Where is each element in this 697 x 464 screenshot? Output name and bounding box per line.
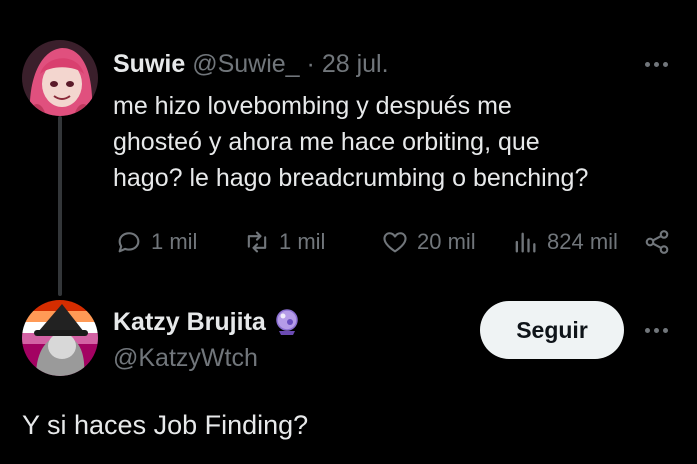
crystal-ball-emoji-icon: [272, 307, 302, 337]
more-dot: [653, 61, 659, 67]
reply-count: 1 mil: [151, 229, 198, 254]
more-dot: [653, 327, 659, 333]
share-button[interactable]: [643, 222, 671, 262]
reply-author-handle[interactable]: @KatzyWtch: [113, 341, 258, 375]
retweet-button[interactable]: 1 mil: [243, 222, 325, 262]
tweet-text: me hizo lovebombing y después me ghosteó…: [113, 92, 589, 192]
share-icon: [645, 230, 669, 254]
reply-bubble-icon: [118, 232, 140, 253]
tweet-header: Suwie @Suwie_ · 28 jul.: [113, 47, 389, 81]
retweet-count: 1 mil: [279, 229, 326, 254]
reply-more-options-button[interactable]: [636, 318, 676, 342]
like-button[interactable]: 20 mil: [381, 222, 476, 262]
retweet-icon: [247, 231, 267, 253]
reply-button[interactable]: 1 mil: [115, 222, 197, 262]
avatar-suwie-image: [22, 40, 98, 116]
more-horizontal-icon: [644, 61, 650, 67]
more-dot: [662, 61, 668, 67]
avatar-katzy[interactable]: [22, 300, 98, 376]
follow-button[interactable]: Seguir: [480, 301, 624, 359]
reply-author-name[interactable]: Katzy Brujita: [113, 305, 266, 339]
views-chart-icon: [515, 232, 536, 253]
more-dot: [662, 327, 668, 333]
reply-author-name-row: Katzy Brujita: [113, 305, 302, 339]
author-name[interactable]: Suwie: [113, 50, 185, 78]
thread-connector-line: [58, 116, 62, 296]
tweet-date[interactable]: 28 jul.: [322, 50, 389, 78]
views-button[interactable]: 824 mil: [511, 222, 618, 262]
author-handle[interactable]: @Suwie_: [192, 50, 299, 78]
views-count: 824 mil: [547, 229, 618, 254]
header-separator: ·: [306, 50, 315, 78]
avatar-suwie[interactable]: [22, 40, 98, 116]
reply-text: Y si haces Job Finding?: [22, 410, 309, 440]
more-horizontal-icon: [644, 327, 650, 333]
tweet-actions-bar: 1 mil 1 mil 20 mil 824 mil: [113, 222, 678, 262]
heart-icon: [383, 232, 407, 253]
avatar-katzy-image: [22, 300, 98, 376]
more-options-button[interactable]: [636, 52, 676, 76]
like-count: 20 mil: [417, 229, 476, 254]
crystal-ball-graphic: [276, 309, 298, 335]
